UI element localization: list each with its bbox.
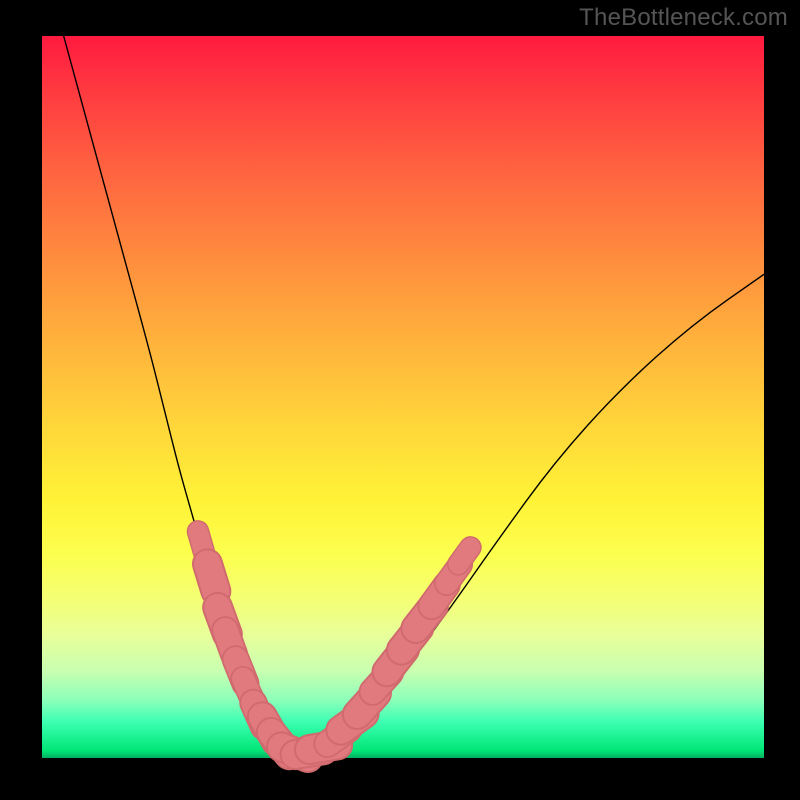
curve-marker	[198, 531, 204, 551]
curve-marker	[458, 547, 470, 564]
plot-area	[42, 36, 764, 758]
curve-svg	[42, 36, 764, 758]
curve-marker	[207, 564, 215, 591]
watermark-text: TheBottleneck.com	[579, 4, 788, 32]
chart-frame: TheBottleneck.com	[0, 0, 800, 800]
marker-layer	[198, 531, 470, 757]
